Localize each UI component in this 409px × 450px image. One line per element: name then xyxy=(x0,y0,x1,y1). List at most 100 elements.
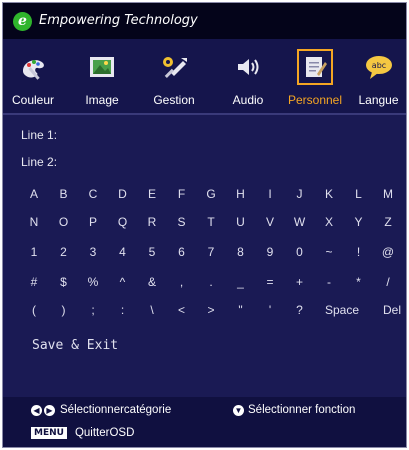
key-button[interactable]: D xyxy=(108,185,138,203)
key-button[interactable]: S xyxy=(167,213,197,231)
tab-label: Gestion xyxy=(153,93,195,107)
key-button[interactable]: 3 xyxy=(78,243,108,261)
key-button[interactable]: Y xyxy=(344,213,374,231)
key-button[interactable]: M xyxy=(373,185,403,203)
menu-key-badge: MENU xyxy=(31,427,67,439)
category-hint: ◀ ▶ Sélectionnercatégorie xyxy=(31,404,171,416)
key-button[interactable]: + xyxy=(285,273,315,291)
footer-hints: ◀ ▶ Sélectionnercatégorie ▼ Sélectionner… xyxy=(3,397,406,447)
category-hint-text: Sélectionnercatégorie xyxy=(60,404,172,416)
tab-gestion[interactable]: Gestion xyxy=(141,39,207,113)
key-button[interactable]: B xyxy=(49,185,79,203)
key-button[interactable]: F xyxy=(167,185,197,203)
key-button[interactable]: % xyxy=(78,273,108,291)
key-button[interactable]: I xyxy=(255,185,285,203)
key-button[interactable]: J xyxy=(285,185,315,203)
key-button[interactable]: 0 xyxy=(285,243,315,261)
space-key[interactable]: Space xyxy=(320,301,364,319)
key-button[interactable]: _ xyxy=(226,273,256,291)
key-button[interactable]: $ xyxy=(49,273,79,291)
key-button[interactable]: W xyxy=(285,213,315,231)
brand-text: Empowering Technology xyxy=(39,13,198,28)
palette-icon xyxy=(15,49,51,85)
tab-image[interactable]: Image xyxy=(69,39,135,113)
tab-audio[interactable]: Audio xyxy=(218,39,278,113)
key-button[interactable]: * xyxy=(344,273,374,291)
key-button[interactable]: ~ xyxy=(314,243,344,261)
key-button[interactable]: H xyxy=(226,185,256,203)
title-bar: e Empowering Technology xyxy=(3,3,406,39)
key-button[interactable]: < xyxy=(167,301,197,319)
key-button[interactable]: = xyxy=(255,273,285,291)
key-button[interactable]: @ xyxy=(373,243,403,261)
key-button[interactable]: A xyxy=(19,185,49,203)
key-button[interactable]: / xyxy=(373,273,403,291)
svg-text:abc: abc xyxy=(371,61,385,70)
key-button[interactable]: > xyxy=(196,301,226,319)
key-button[interactable]: \ xyxy=(137,301,167,319)
speech-bubble-icon: abc xyxy=(361,49,397,85)
tab-personnel[interactable]: Personnel xyxy=(280,39,350,113)
key-button[interactable]: U xyxy=(226,213,256,231)
key-button[interactable]: 4 xyxy=(108,243,138,261)
key-button[interactable]: V xyxy=(255,213,285,231)
key-button[interactable]: G xyxy=(196,185,226,203)
key-button[interactable]: K xyxy=(314,185,344,203)
key-button[interactable]: ) xyxy=(49,301,79,319)
key-button[interactable]: Z xyxy=(373,213,403,231)
tools-icon xyxy=(156,49,192,85)
key-button[interactable]: 5 xyxy=(137,243,167,261)
logo-icon: e xyxy=(13,12,32,31)
osd-window: e Empowering Technology Couleur Image Ge… xyxy=(2,2,407,448)
line1-label[interactable]: Line 1: xyxy=(21,128,57,142)
key-button[interactable]: L xyxy=(344,185,374,203)
key-button[interactable]: 8 xyxy=(226,243,256,261)
key-button[interactable]: - xyxy=(314,273,344,291)
tab-label: Couleur xyxy=(11,93,55,107)
notepad-icon xyxy=(297,49,333,85)
key-button[interactable]: " xyxy=(226,301,256,319)
key-button[interactable]: 1 xyxy=(19,243,49,261)
picture-icon xyxy=(84,49,120,85)
quit-hint: MENU QuitterOSD xyxy=(31,427,134,439)
key-button[interactable]: : xyxy=(108,301,138,319)
tab-couleur[interactable]: Couleur xyxy=(3,39,63,113)
tab-label: Audio xyxy=(232,93,264,107)
right-arrow-icon: ▶ xyxy=(44,404,55,416)
function-hint: ▼ Sélectionner fonction xyxy=(233,404,355,416)
key-button[interactable]: , xyxy=(167,273,197,291)
speaker-icon xyxy=(230,49,266,85)
key-button[interactable]: 9 xyxy=(255,243,285,261)
key-button[interactable]: Q xyxy=(108,213,138,231)
key-button[interactable]: E xyxy=(137,185,167,203)
quit-hint-text: QuitterOSD xyxy=(74,427,135,439)
tab-label: Personnel xyxy=(287,93,343,107)
key-button[interactable]: T xyxy=(196,213,226,231)
tab-label: Langue xyxy=(358,93,399,107)
key-button[interactable]: N xyxy=(19,213,49,231)
function-hint-text: Sélectionner fonction xyxy=(248,404,356,416)
tab-bar: Couleur Image Gestion Audio Personnel ab… xyxy=(3,39,406,113)
key-button[interactable]: . xyxy=(196,273,226,291)
key-button[interactable]: & xyxy=(137,273,167,291)
key-button[interactable]: 2 xyxy=(49,243,79,261)
key-button[interactable]: C xyxy=(78,185,108,203)
key-button[interactable]: 7 xyxy=(196,243,226,261)
save-exit-button[interactable]: Save & Exit xyxy=(32,338,118,353)
key-button[interactable]: ! xyxy=(344,243,374,261)
delete-key[interactable]: Del xyxy=(370,301,406,319)
key-button[interactable]: ^ xyxy=(108,273,138,291)
key-button[interactable]: ( xyxy=(19,301,49,319)
key-button[interactable]: 6 xyxy=(167,243,197,261)
key-button[interactable]: ; xyxy=(78,301,108,319)
key-button[interactable]: ' xyxy=(255,301,285,319)
key-button[interactable]: # xyxy=(19,273,49,291)
key-button[interactable]: O xyxy=(49,213,79,231)
divider xyxy=(3,113,406,115)
key-button[interactable]: ? xyxy=(285,301,315,319)
line2-label[interactable]: Line 2: xyxy=(21,155,57,169)
tab-langue[interactable]: abc Langue xyxy=(351,39,406,113)
key-button[interactable]: X xyxy=(314,213,344,231)
key-button[interactable]: R xyxy=(137,213,167,231)
key-button[interactable]: P xyxy=(78,213,108,231)
